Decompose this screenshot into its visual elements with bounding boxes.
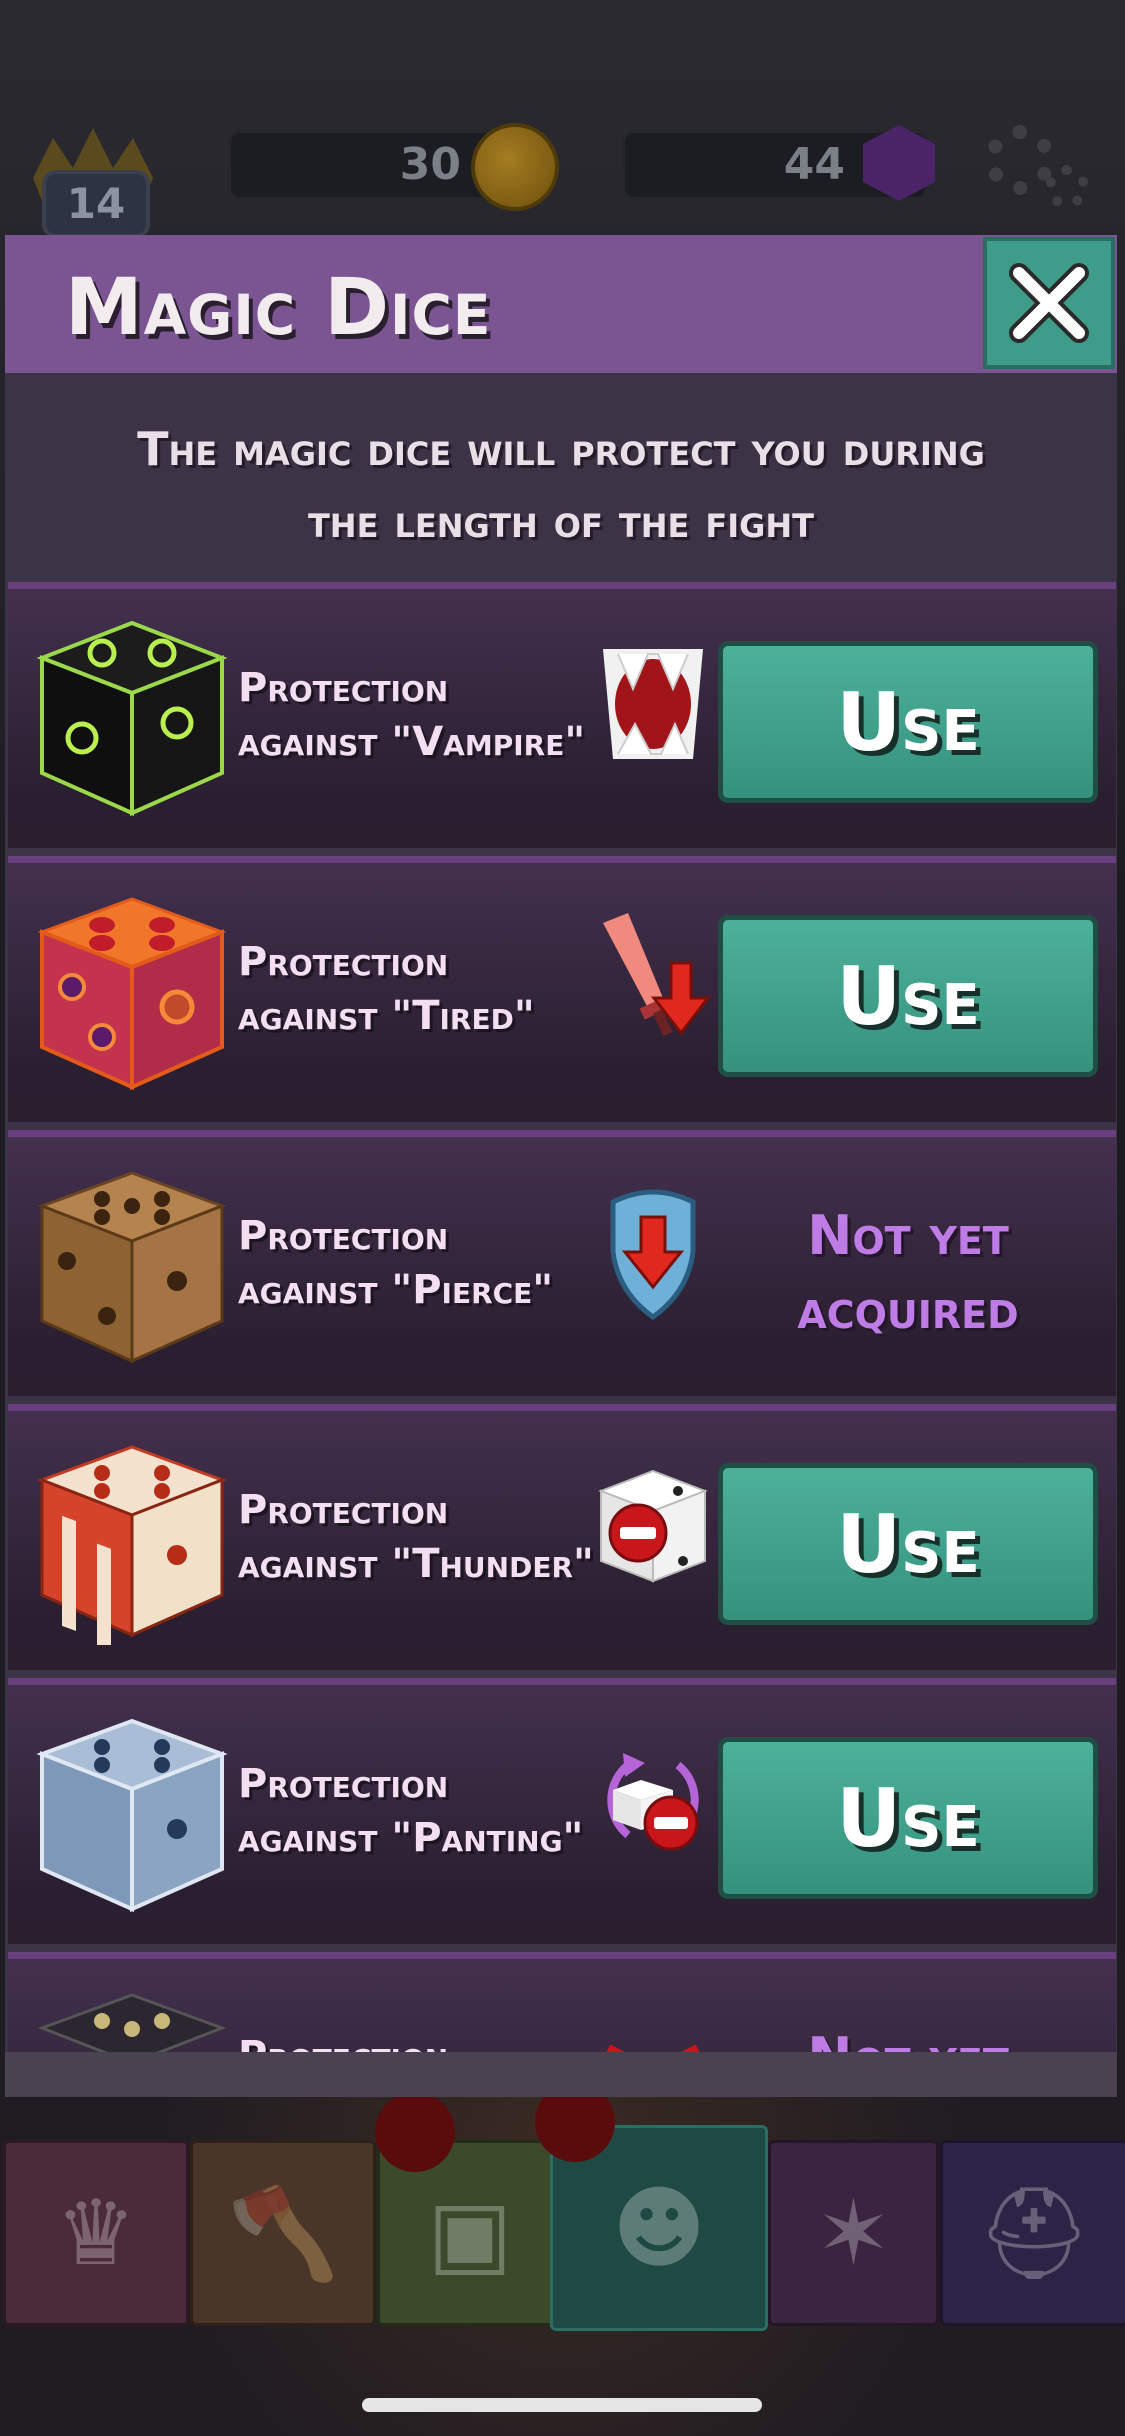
coin-count: 30 <box>399 139 461 190</box>
nav-helmet-tab[interactable]: ⛑ <box>940 2140 1125 2326</box>
protection-label-line2: against "Vampire" <box>238 719 586 765</box>
list-item: Protection against "Thunder" Use <box>8 1404 1116 1670</box>
wooden-dice-icon <box>37 1171 227 1364</box>
list-footer <box>5 2052 1117 2097</box>
green-circuit-dice-icon <box>36 620 228 817</box>
gear-small-icon <box>1045 165 1089 209</box>
helmet-icon: ⛑ <box>976 2180 1092 2286</box>
chest-icon: ▣ <box>427 2180 513 2286</box>
protection-label-line1: Protection <box>238 1213 449 1259</box>
protection-label: Protection against "Thunder" <box>238 1483 594 1591</box>
use-button[interactable]: Use <box>718 1737 1098 1899</box>
protection-label: Protection <box>238 2029 448 2052</box>
orc-icon: ☻ <box>612 2175 706 2281</box>
protection-label: Protection against "Vampire" <box>238 661 585 769</box>
nav-magic-tab[interactable]: ✶ <box>768 2140 939 2326</box>
axe-icon: 🪓 <box>226 2180 340 2286</box>
blocked-dice-icon <box>598 1469 708 1583</box>
protection-label: Protection against "Tired" <box>238 935 535 1043</box>
modal-description-line2: the length of the fight <box>307 494 815 548</box>
close-button[interactable] <box>983 237 1115 369</box>
coin-icon <box>471 123 559 211</box>
protection-label-line1: Protection <box>238 1761 449 1807</box>
list-item: Protection Not yet <box>8 1952 1116 2052</box>
protection-label-line1: Protection <box>238 665 449 711</box>
skull-dice-icon <box>37 1993 227 2052</box>
protection-label: Protection against "Pierce" <box>238 1209 553 1317</box>
bottom-nav: ♛ 🪓 ▣ ☻ ✶ ⛑ <box>0 2082 1125 2340</box>
orange-dice-icon <box>37 897 227 1091</box>
protection-label-line1: Protection <box>238 939 449 985</box>
dice-list[interactable]: Protection against "Vampire" Use Protect… <box>5 582 1117 2052</box>
not-yet-acquired-line2: acquired <box>797 1278 1019 1341</box>
top-hud: 14 30 44 <box>0 0 1125 238</box>
notification-dot <box>375 2092 455 2172</box>
gem-count: 44 <box>783 139 845 190</box>
nav-weapons-tab[interactable]: 🪓 <box>190 2140 376 2326</box>
not-yet-acquired-label: Not yet acquired <box>738 1199 1078 1347</box>
use-button[interactable]: Use <box>718 915 1098 1077</box>
not-yet-acquired-line1: Not yet <box>807 1204 1009 1267</box>
protection-label: Protection against "Panting" <box>238 1757 583 1865</box>
coin-counter: 30 <box>228 123 559 211</box>
blue-marble-dice-icon <box>36 1718 228 1913</box>
list-item: Protection against "Vampire" Use <box>8 582 1116 848</box>
reroll-blocked-icon <box>607 1753 699 1851</box>
crown-icon: ♛ <box>55 2180 137 2286</box>
striped-red-dice-icon <box>37 1445 227 1645</box>
list-item: Protection against "Pierce" Not yet acqu… <box>8 1130 1116 1396</box>
list-item: Protection against "Panting" Use <box>8 1678 1116 1944</box>
weakened-sword-icon <box>603 913 712 1037</box>
modal-description: The magic dice will protect you during t… <box>5 413 1117 557</box>
use-button[interactable]: Use <box>718 1463 1098 1625</box>
modal-description-line1: The magic dice will protect you during <box>137 422 985 476</box>
protection-label-line1: Protection <box>238 1487 449 1533</box>
protection-label-line2: against "Tired" <box>238 993 535 1039</box>
gem-icon <box>863 125 935 201</box>
broken-shield-icon <box>610 1189 696 1321</box>
use-button[interactable]: Use <box>718 641 1098 803</box>
list-item: Protection against "Tired" Use <box>8 856 1116 1122</box>
protection-label-line2: against "Pierce" <box>238 1267 554 1313</box>
not-yet-acquired-label: Not yet <box>738 2021 1078 2052</box>
star-icon: ✶ <box>815 2180 892 2286</box>
nav-crown-tab[interactable]: ♛ <box>3 2140 189 2326</box>
home-indicator <box>362 2398 762 2412</box>
protection-label-line2: against "Thunder" <box>238 1541 594 1587</box>
close-icon <box>1009 263 1089 343</box>
protection-label-line2: against "Panting" <box>238 1815 584 1861</box>
modal-header: Magic Dice <box>5 235 1117 373</box>
crossed-weapon-icon <box>606 2044 700 2052</box>
modal-title: Magic Dice <box>65 263 492 353</box>
vampire-fangs-icon <box>603 649 703 759</box>
magic-dice-modal: Magic Dice The magic dice will protect y… <box>5 235 1117 2097</box>
player-level-badge: 14 <box>42 170 150 238</box>
gem-counter: 44 <box>622 125 935 201</box>
